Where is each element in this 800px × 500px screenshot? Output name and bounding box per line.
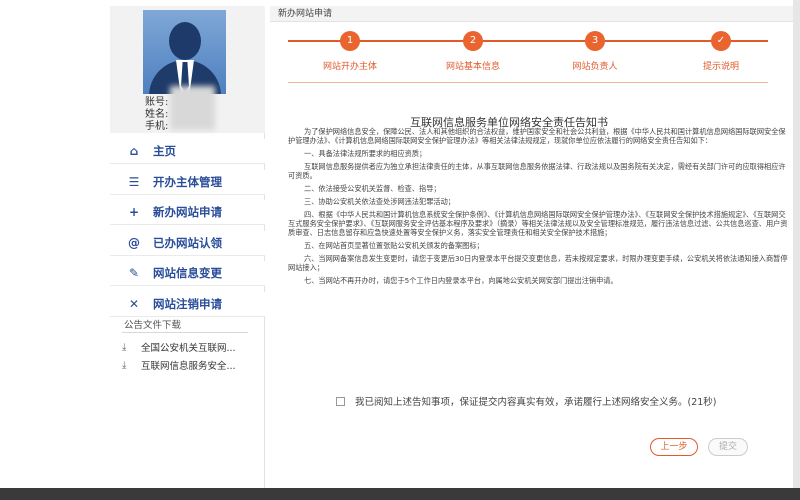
window-right-edge: [793, 0, 800, 488]
sidebar-item-label: 网站注销申请: [153, 296, 222, 311]
step-label: 网站开办主体: [322, 62, 377, 72]
download-icon: ⤓: [122, 359, 127, 371]
taskbar: [0, 488, 800, 500]
file-name: 全国公安机关互联网...: [141, 343, 236, 354]
check-icon: ✓: [711, 31, 731, 51]
sidebar-item-claim-site[interactable]: @ 已办网站认领: [110, 230, 265, 256]
doc-paragraph: 四、根据《中华人民共和国计算机信息系统安全保护条例》、《计算机信息网络国际联网安…: [288, 210, 788, 237]
step-1: 1 网站开办主体: [295, 27, 405, 72]
step-label: 提示说明: [702, 62, 739, 72]
step-3: 3 网站负责人: [540, 27, 650, 72]
step-number: 1: [340, 31, 360, 51]
user-profile-panel: 账号: 姓名: 手机:: [110, 6, 265, 133]
agreement-row: 我已阅知上述告知事项，保证提交内容真实有效，承诺履行上述网络安全义务。(21秒): [336, 394, 717, 408]
step-number: 3: [585, 31, 605, 51]
submit-button[interactable]: 提交: [708, 438, 748, 456]
sidebar-item-home[interactable]: ⌂ 主页: [110, 139, 265, 164]
notice-document-body: 为了保护网络信息安全，保障公民、法人和其他组织的合法权益，维护国家安全和社会公共…: [288, 127, 788, 289]
agree-checkbox[interactable]: [336, 396, 345, 406]
divider: [288, 82, 768, 83]
window-left-edge: [0, 0, 8, 488]
sidebar-item-label: 网站信息变更: [153, 266, 222, 281]
doc-paragraph: 七、当网站不再开办时，请您于5个工作日内登录本平台，向属地公安机关网安部门提出注…: [304, 276, 618, 285]
sidebar-item-site-cancellation[interactable]: ✕ 网站注销申请: [110, 291, 265, 317]
step-2: 2 网站基本信息: [418, 27, 528, 72]
step-label: 网站负责人: [572, 62, 618, 72]
step-indicator: 1 网站开办主体 2 网站基本信息 3 网站负责人 ✓ 提示说明: [288, 27, 768, 87]
divider: [122, 332, 248, 333]
doc-paragraph: 二、依法接受公安机关监督、检查、指导；: [304, 184, 441, 193]
step-number: 2: [463, 31, 483, 51]
redacted-user-info: [170, 86, 215, 130]
prev-step-button[interactable]: 上一步: [650, 438, 698, 456]
download-link[interactable]: ⤓ 互联网信息服务安全...: [122, 358, 236, 373]
download-link[interactable]: ⤓ 全国公安机关互联网...: [122, 340, 236, 355]
home-icon: ⌂: [129, 144, 139, 158]
notice-downloads-title: 公告文件下载: [124, 320, 182, 331]
sidebar-menu: ⌂ 主页 ☰ 开办主体管理 + 新办网站申请 @ 已办网站认领 ✎ 网站信息变更…: [110, 139, 265, 323]
doc-paragraph: 互联网信息服务提供者应为独立承担法律责任的主体，从事互联网信息服务依据法律、行政…: [288, 162, 786, 180]
list-icon: ☰: [128, 174, 140, 189]
close-icon: ✕: [128, 296, 140, 311]
main-panel: 新办网站申请 1 网站开办主体 2 网站基本信息 3 网站负责人 ✓ 提示说明 …: [270, 6, 793, 488]
sidebar-item-new-site-application[interactable]: + 新办网站申请: [110, 200, 265, 226]
sidebar-item-label: 主页: [153, 144, 176, 158]
agreement-text: 我已阅知上述告知事项，保证提交内容真实有效，承诺履行上述网络安全义务。(21秒): [355, 397, 717, 408]
step-label: 网站基本信息: [445, 62, 500, 72]
file-name: 互联网信息服务安全...: [141, 361, 236, 372]
page-title: 新办网站申请: [270, 6, 793, 22]
sidebar-item-label: 新办网站申请: [153, 205, 222, 220]
at-icon: @: [128, 235, 140, 250]
sidebar-item-label: 已办网站认领: [153, 235, 222, 250]
plus-icon: +: [128, 205, 140, 220]
avatar: [143, 10, 226, 94]
edit-icon: ✎: [128, 266, 140, 281]
sidebar-item-site-info-change[interactable]: ✎ 网站信息变更: [110, 261, 265, 287]
doc-paragraph: 一、具备法律法规所要求的相应资质；: [304, 149, 427, 158]
doc-paragraph: 五、在网站首页显著位置张贴公安机关颁发的备案图标；: [304, 241, 484, 250]
doc-paragraph: 三、协助公安机关依法查处涉网违法犯罪活动；: [304, 197, 455, 206]
phone-label: 手机:: [145, 121, 169, 132]
doc-paragraph: 为了保护网络信息安全，保障公民、法人和其他组织的合法权益，维护国家安全和社会公共…: [288, 127, 786, 145]
download-icon: ⤓: [122, 341, 127, 353]
sidebar-item-entity-management[interactable]: ☰ 开办主体管理: [110, 169, 265, 195]
doc-paragraph: 六、当网网备案信息发生变更时，请您于变更后30日内登录本平台提交变更信息，若未按…: [288, 254, 788, 272]
sidebar-item-label: 开办主体管理: [153, 174, 222, 189]
sidebar: 账号: 姓名: 手机: ⌂ 主页 ☰ 开办主体管理 + 新办网站申请 @ 已办网…: [110, 6, 265, 488]
step-4: ✓ 提示说明: [666, 27, 776, 72]
